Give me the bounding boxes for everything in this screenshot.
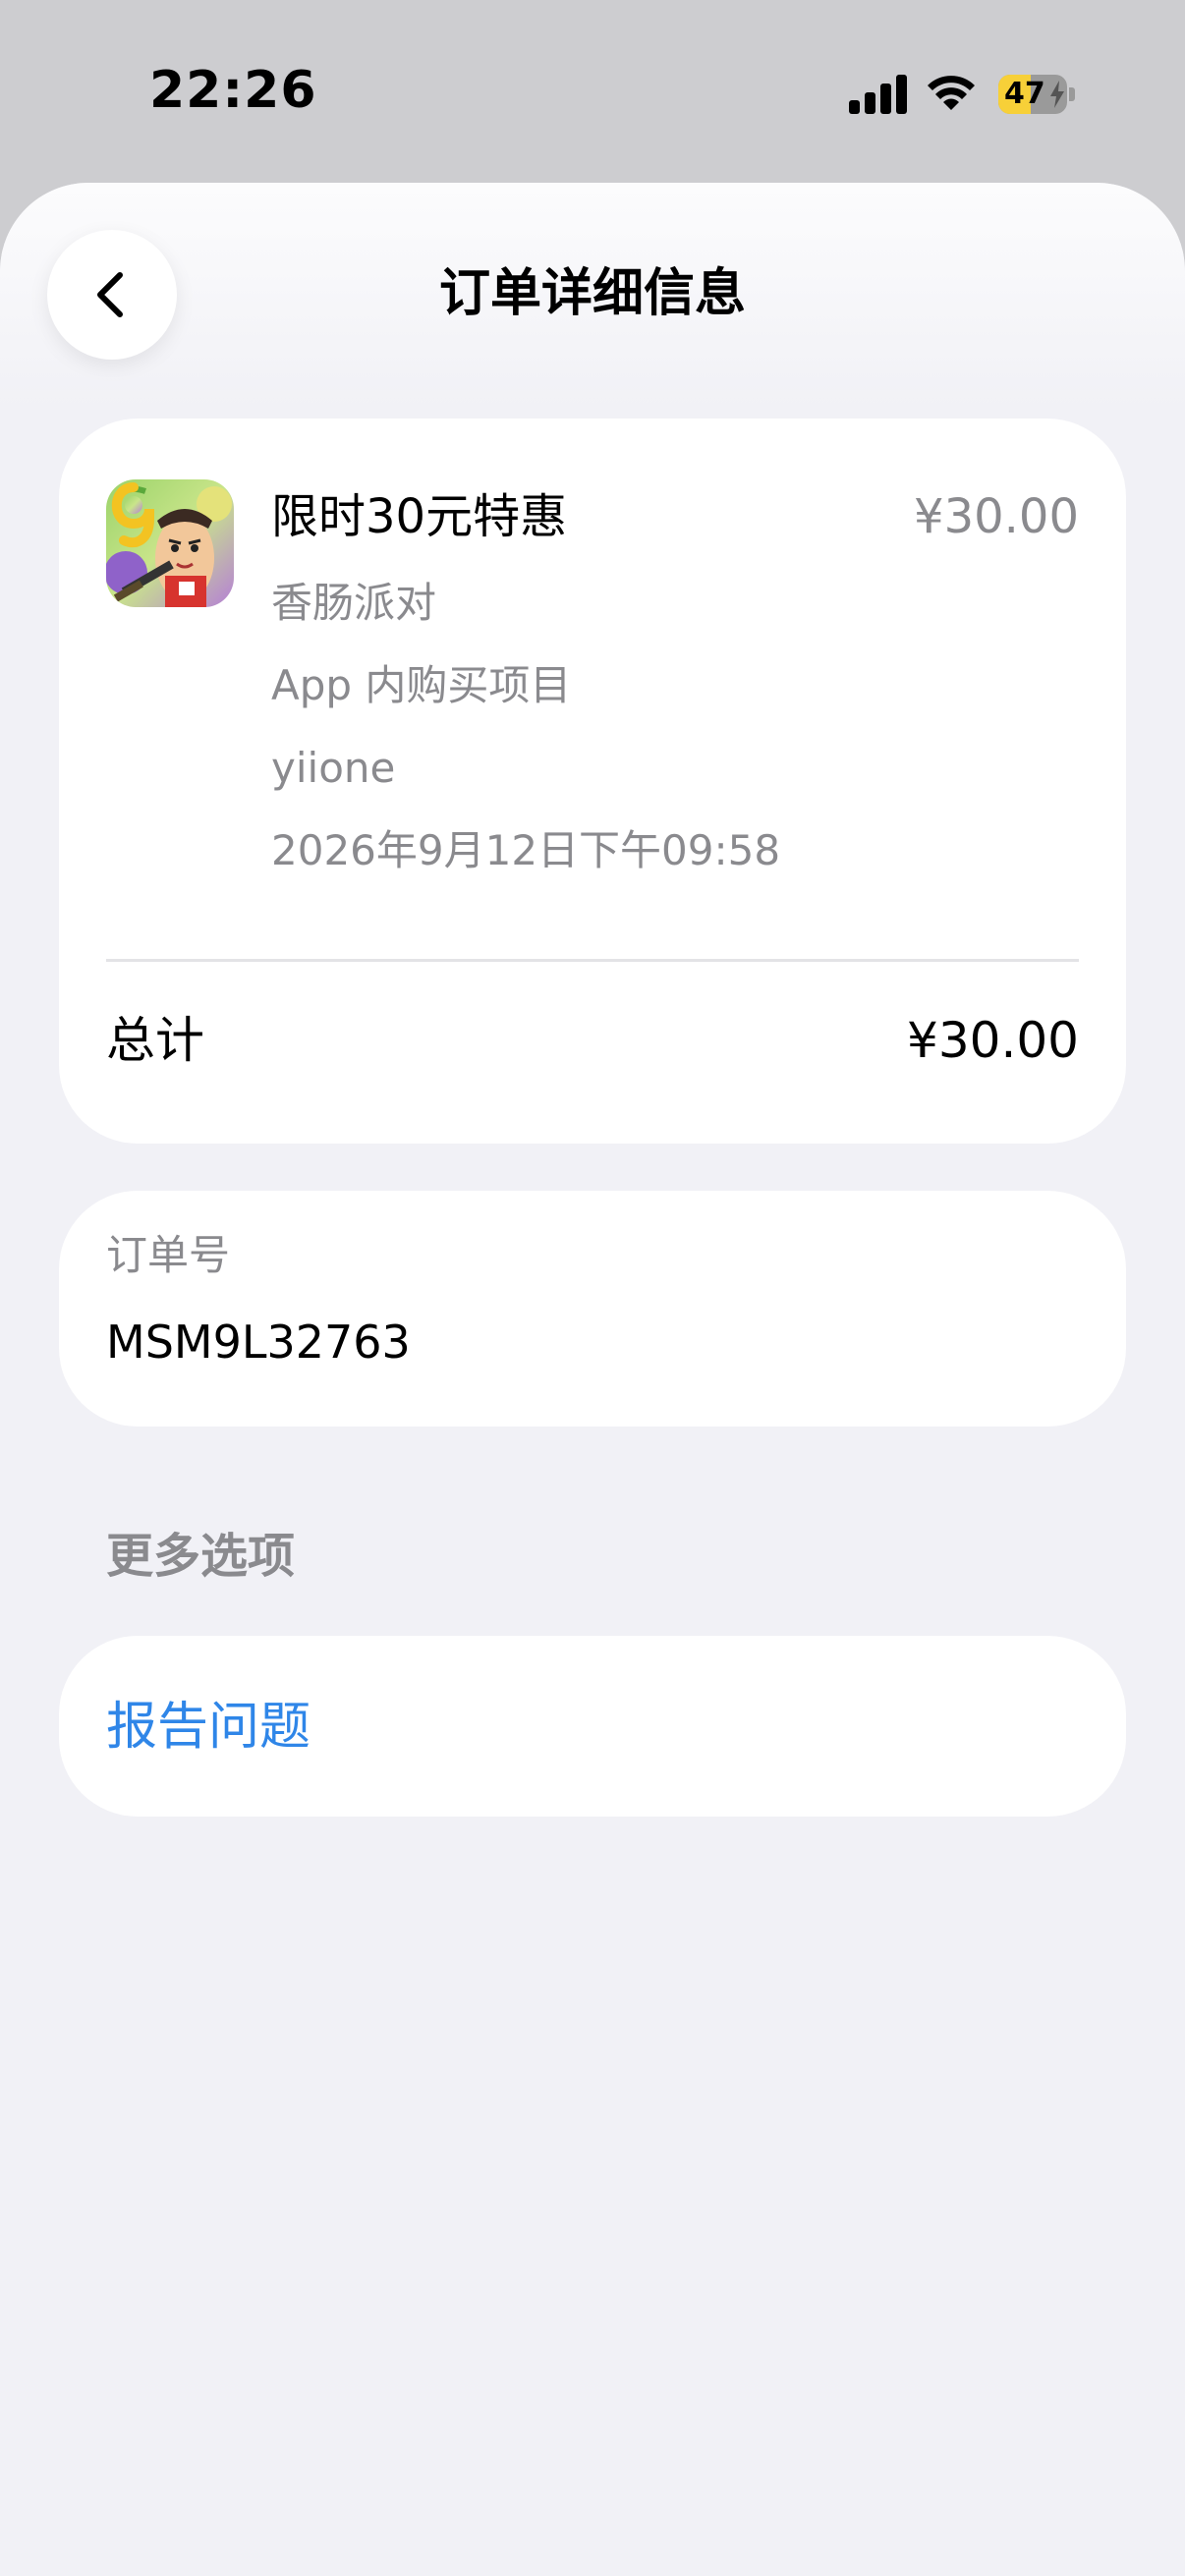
status-bar: 22:26 47 bbox=[0, 0, 1185, 182]
report-problem-label: 报告问题 bbox=[106, 1698, 311, 1757]
purchase-type: App 内购买项目 bbox=[271, 661, 572, 709]
order-details-sheet: 订单详细信息 限时30元特惠 ¥30.00 香肠派对 App 内购买项目 yii… bbox=[0, 183, 1185, 2576]
page-title: 订单详细信息 bbox=[438, 264, 746, 323]
battery-icon: 47 bbox=[998, 75, 1077, 114]
wifi-icon bbox=[928, 76, 975, 110]
signal-icon bbox=[849, 75, 908, 114]
total-label: 总计 bbox=[106, 1012, 204, 1069]
purchase-date: 2026年9月12日下午09:58 bbox=[271, 826, 781, 874]
charging-bolt-icon bbox=[1050, 81, 1064, 108]
item-price: ¥30.00 bbox=[914, 489, 1079, 544]
battery-level: 47 bbox=[1004, 77, 1045, 111]
divider bbox=[106, 959, 1079, 962]
more-options-header: 更多选项 bbox=[106, 1529, 296, 1584]
status-time: 22:26 bbox=[149, 61, 317, 120]
order-number-card: 订单号 MSM9L32763 bbox=[59, 1191, 1126, 1427]
order-number-value: MSM9L32763 bbox=[106, 1316, 411, 1369]
app-icon[interactable] bbox=[106, 479, 234, 607]
total-value: ¥30.00 bbox=[907, 1012, 1079, 1069]
order-number-label: 订单号 bbox=[106, 1231, 231, 1279]
order-summary-card: 限时30元特惠 ¥30.00 香肠派对 App 内购买项目 yiione 202… bbox=[59, 419, 1126, 1144]
item-title: 限时30元特惠 bbox=[271, 489, 568, 544]
report-problem-button[interactable]: 报告问题 bbox=[59, 1636, 1126, 1817]
app-name: 香肠派对 bbox=[271, 579, 437, 627]
account-name: yiione bbox=[271, 744, 396, 792]
